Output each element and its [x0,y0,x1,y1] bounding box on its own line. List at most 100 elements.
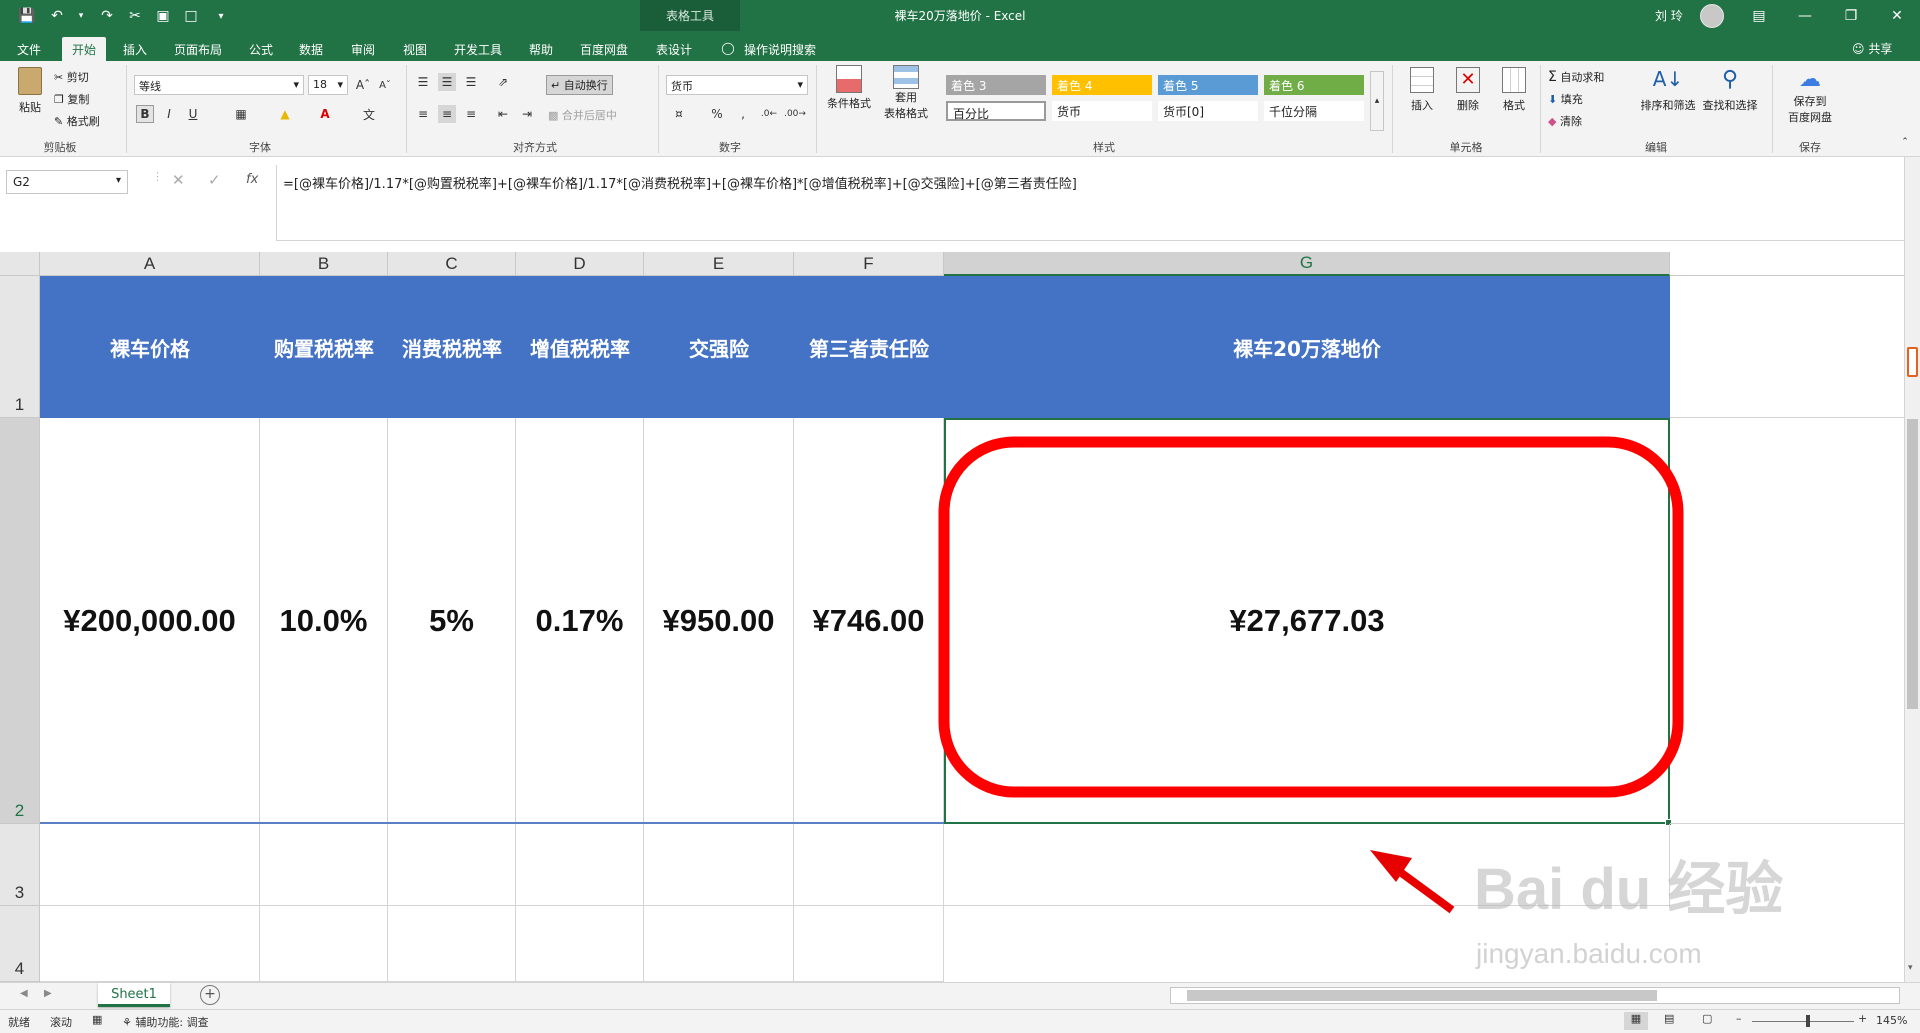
font-color-icon[interactable]: A [316,105,334,123]
paste-button[interactable]: 粘贴 [14,67,46,115]
tab-page-layout[interactable]: 页面布局 [170,37,226,61]
scroll-thumb[interactable] [1907,419,1918,709]
formula-input[interactable]: =[@裸车价格]/1.17*[@购置税税率]+[@裸车价格]/1.17*[@消费… [276,165,1904,241]
tab-insert[interactable]: 插入 [120,37,150,61]
zoom-slider[interactable] [1752,1021,1854,1022]
redo-icon[interactable]: ↷ [96,5,118,27]
scroll-thumb-top[interactable] [1907,347,1918,377]
increase-font-icon[interactable]: Aˆ [354,76,372,94]
comma-style-icon[interactable]: , [734,105,752,123]
percent-button[interactable]: % [708,105,726,123]
find-select-button[interactable]: ⚲ 查找和选择 [1700,67,1760,113]
collapse-ribbon-icon[interactable]: ⌃ [1896,133,1914,151]
align-middle-icon[interactable]: ☰ [438,73,456,91]
insert-function-icon[interactable]: fx [246,172,258,187]
sheet-tab-sheet1[interactable]: Sheet1 [98,983,170,1007]
accessibility-status[interactable]: ⚘ 辅助功能: 调查 [122,1014,209,1030]
style-comma[interactable]: 千位分隔 [1264,101,1364,121]
cancel-edit-icon[interactable]: ✕ [172,171,185,189]
tab-help[interactable]: 帮助 [526,37,556,61]
style-accent6[interactable]: 着色 6 [1264,75,1364,95]
increase-decimal-icon[interactable]: .0← [760,105,778,123]
save-baidu-button[interactable]: ☁ 保存到 百度网盘 [1780,67,1840,125]
avatar[interactable] [1700,4,1724,28]
tab-review[interactable]: 审阅 [348,37,378,61]
prev-sheet-icon[interactable]: ◀ [20,988,28,999]
fill-color-icon[interactable]: ▲ [276,105,294,123]
styles-scroll-icon[interactable]: ▴ [1370,71,1384,131]
decrease-indent-icon[interactable]: ⇤ [494,105,512,123]
tab-developer[interactable]: 开发工具 [450,37,506,61]
insert-cells-button[interactable]: 插入 [1400,67,1444,113]
share-button[interactable]: ☺ 共享 [1852,40,1892,57]
customize-toolbar-icon[interactable]: ▾ [210,5,232,27]
ribbon-display-icon[interactable]: ▤ [1736,0,1782,31]
scroll-down-icon[interactable]: ▾ [1908,963,1913,973]
tab-data[interactable]: 数据 [296,37,326,61]
align-left-icon[interactable]: ≡ [414,105,432,123]
italic-button[interactable]: I [160,105,178,123]
style-accent4[interactable]: 着色 4 [1052,75,1152,95]
align-top-icon[interactable]: ☰ [414,73,432,91]
zoom-slider-thumb[interactable] [1806,1015,1810,1027]
font-size-select[interactable]: 18 ▾ [308,75,348,95]
format-as-table-button[interactable]: 套用 表格格式 [876,65,936,121]
conditional-format-button[interactable]: 条件格式 [824,65,874,111]
align-bottom-icon[interactable]: ☰ [462,73,480,91]
decrease-decimal-icon[interactable]: .00→ [784,105,806,123]
currency-icon[interactable]: ¤ [670,105,688,123]
restore-icon[interactable]: ❐ [1828,0,1874,31]
save-icon[interactable]: 💾 [16,5,38,27]
confirm-edit-icon[interactable]: ✓ [208,171,221,189]
style-accent5[interactable]: 着色 5 [1158,75,1258,95]
tab-table-design[interactable]: 表设计 [652,37,696,61]
phonetic-icon[interactable]: 文 [360,105,378,123]
undo-icon[interactable]: ↶ [46,5,68,27]
worksheet-grid[interactable]: A B C D E F G 1 2 3 4 裸车价格 购置税税率 消费税税率 增… [0,252,1904,982]
sort-filter-button[interactable]: A↓ 排序和筛选 [1640,67,1696,113]
underline-button[interactable]: U [184,105,202,123]
close-icon[interactable]: ✕ [1874,0,1920,31]
style-currency0[interactable]: 货币[0] [1158,101,1258,121]
clear-button[interactable]: ◆ 清除 [1548,113,1582,129]
minimize-icon[interactable]: — [1782,0,1828,31]
page-layout-view-icon[interactable]: ▤ [1664,1012,1674,1025]
vertical-scrollbar[interactable]: ▾ [1904,157,1920,982]
merge-center-button[interactable]: ▩ 合并后居中 [548,107,617,123]
zoom-level[interactable]: 145% [1876,1014,1907,1027]
horizontal-scroll-thumb[interactable] [1187,990,1657,1001]
undo-dropdown-icon[interactable]: ▾ [70,5,92,27]
cut-quick-icon[interactable]: ✂ [124,5,146,27]
add-sheet-icon[interactable]: + [200,985,220,1005]
format-painter-button[interactable]: ✎ 格式刷 [54,113,100,129]
save-as-icon[interactable]: ▣ [152,5,174,27]
number-format-select[interactable]: 货币 ▾ [666,75,808,95]
copy-button[interactable]: ❐ 复制 [54,91,89,107]
lightbulb-icon[interactable]: ◯ [720,37,736,61]
bold-button[interactable]: B [136,105,154,123]
style-percent[interactable]: 百分比 [946,101,1046,121]
format-cells-button[interactable]: 格式 [1492,67,1536,113]
macro-record-icon[interactable]: ▦ [92,1013,102,1026]
border-icon[interactable]: ▦ [232,105,250,123]
normal-view-icon[interactable]: ▦ [1624,1012,1648,1030]
zoom-in-icon[interactable]: + [1858,1012,1867,1025]
zoom-out-icon[interactable]: – [1736,1012,1742,1025]
decrease-font-icon[interactable]: Aˇ [376,76,394,94]
user-name[interactable]: 刘 玲 [1655,7,1683,24]
new-document-icon[interactable]: □ [180,5,202,27]
tab-baidu-netdisk[interactable]: 百度网盘 [576,37,632,61]
tell-me-search[interactable]: 操作说明搜索 [744,37,834,61]
next-sheet-icon[interactable]: ▶ [44,988,52,999]
delete-cells-button[interactable]: ✕ 删除 [1446,67,1490,113]
orientation-icon[interactable]: ⇗ [494,73,512,91]
increase-indent-icon[interactable]: ⇥ [518,105,536,123]
style-currency[interactable]: 货币 [1052,101,1152,121]
horizontal-scrollbar[interactable] [1170,987,1900,1004]
align-center-icon[interactable]: ≡ [438,105,456,123]
align-right-icon[interactable]: ≡ [462,105,480,123]
tab-formulas[interactable]: 公式 [246,37,276,61]
tab-home[interactable]: 开始 [62,37,106,61]
name-box[interactable]: G2 ▾ [6,170,128,194]
fill-button[interactable]: ⬇ 填充 [1548,91,1583,107]
